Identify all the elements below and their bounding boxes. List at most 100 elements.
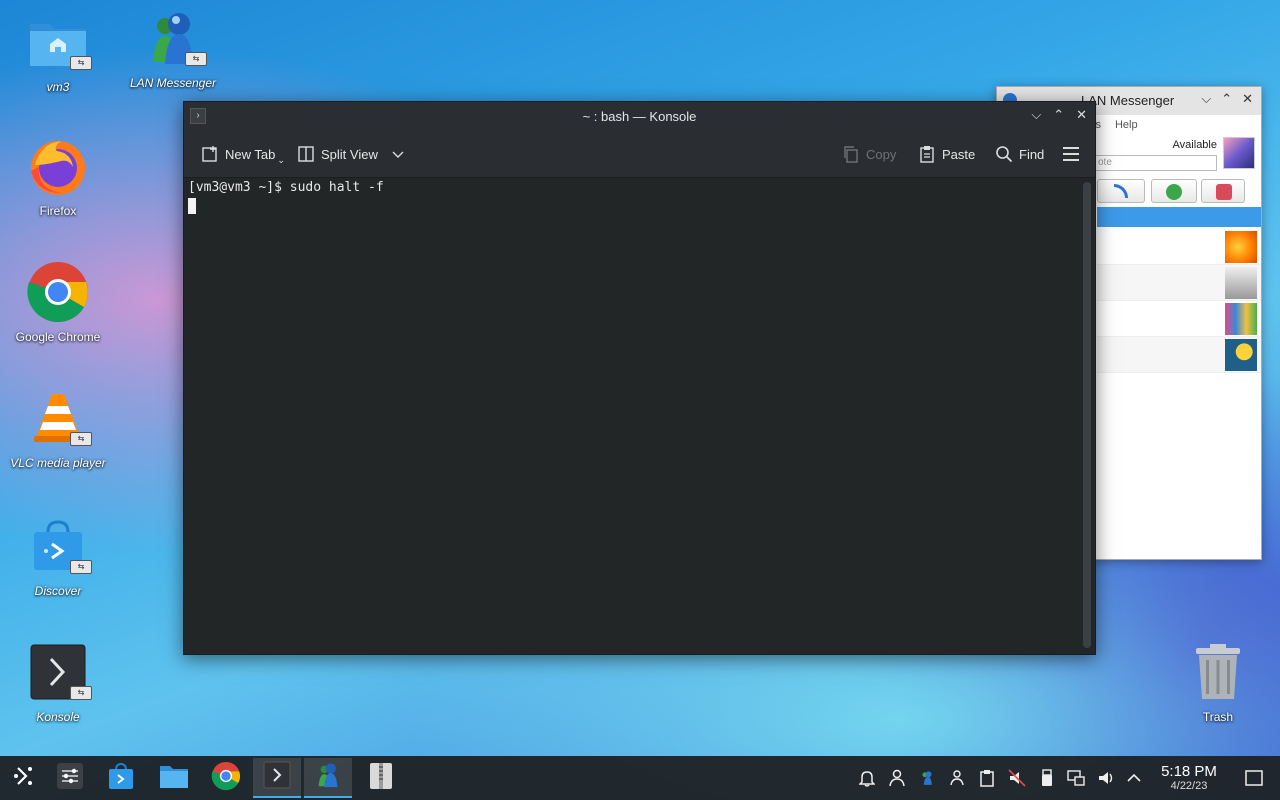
taskbar-dolphin[interactable] [150, 758, 198, 798]
terminal-scrollbar[interactable] [1083, 182, 1091, 648]
terminal-area[interactable]: [vm3@vm3 ~]$ sudo halt -f [184, 178, 1079, 654]
network-wired-icon[interactable] [1066, 768, 1086, 788]
add-contact-button[interactable] [1151, 179, 1197, 203]
broadcast-button[interactable] [1097, 179, 1145, 203]
terminal-cursor [188, 198, 196, 214]
taskbar-ark[interactable] [357, 758, 405, 798]
desktop-icon-konsole[interactable]: ⇆ Konsole [3, 640, 113, 724]
firefox-icon [26, 134, 90, 198]
taskbar-discover[interactable] [97, 758, 145, 798]
terminal-line: [vm3@vm3 ~]$ sudo halt -f [188, 180, 384, 195]
desktop-icon-discover[interactable]: ⇆ Discover [3, 514, 113, 598]
desktop-icon-label: LAN Messenger [129, 76, 217, 90]
find-button[interactable]: Find [995, 142, 1044, 166]
user-icon[interactable] [887, 768, 907, 788]
paste-label: Paste [942, 146, 976, 162]
hamburger-menu-icon [1062, 145, 1080, 163]
contact-row[interactable] [1097, 337, 1261, 373]
chevron-down-icon[interactable] [392, 147, 404, 162]
users-icon[interactable] [947, 768, 967, 788]
desktop-icon-label: vm3 [46, 80, 70, 94]
contact-avatar [1225, 231, 1257, 263]
taskbar-system-settings[interactable] [46, 758, 94, 798]
note-input[interactable]: ote [1091, 155, 1217, 171]
taskbar-lan-messenger[interactable] [304, 758, 352, 798]
desktop-icon-label: Firefox [39, 204, 77, 218]
application-launcher-button[interactable] [0, 758, 48, 798]
volume-icon[interactable] [1096, 768, 1116, 788]
desktop-icon-label: Konsole [36, 710, 80, 724]
desktop-icon-firefox[interactable]: Firefox [3, 134, 113, 218]
copy-button[interactable]: Copy [842, 142, 896, 166]
split-view-label: Split View [321, 146, 378, 162]
minimize-icon[interactable]: ⌵ [1031, 107, 1041, 123]
digital-clock[interactable]: 5:18 PM 4/22/23 [1150, 763, 1228, 792]
archive-zip-icon [369, 762, 393, 795]
taskbar-konsole[interactable] [253, 758, 301, 798]
clock-date: 4/22/23 [1170, 780, 1208, 792]
desktop-icon-google-chrome[interactable]: Google Chrome [3, 260, 113, 344]
split-view-icon [297, 145, 315, 163]
usb-drive-icon[interactable] [1037, 768, 1057, 788]
desktop-icon-label: VLC media player [10, 456, 106, 470]
clipboard-icon[interactable] [977, 768, 997, 788]
show-desktop-icon[interactable] [1244, 768, 1264, 788]
paste-icon [918, 145, 936, 163]
contact-row[interactable] [1097, 229, 1261, 265]
copy-label: Copy [866, 146, 897, 162]
menu-help[interactable]: Help [1115, 119, 1138, 131]
new-tab-icon [201, 145, 219, 163]
discover-bag-icon [108, 762, 134, 795]
desktop-icon-label: Google Chrome [15, 330, 101, 344]
dropdown-arrow-icon[interactable]: ⌄ [277, 155, 285, 166]
notifications-bell-icon[interactable] [857, 768, 877, 788]
contact-group-selected[interactable] [1097, 207, 1261, 227]
lan-messenger-tray-icon[interactable] [917, 768, 937, 788]
konsole-icon: ⇆ [26, 640, 92, 704]
chrome-icon [211, 761, 241, 796]
new-tab-label: New Tab [225, 146, 276, 162]
discover-bag-icon: ⇆ [26, 514, 92, 578]
user-avatar[interactable] [1223, 137, 1255, 169]
contact-row[interactable] [1097, 265, 1261, 301]
home-folder-icon: ⇆ [26, 10, 92, 74]
volume-muted-icon[interactable] [1007, 768, 1027, 788]
chrome-icon [26, 260, 90, 324]
split-view-button[interactable]: Split View [297, 142, 404, 166]
close-icon[interactable]: ✕ [1242, 91, 1253, 107]
clock-time: 5:18 PM [1161, 763, 1217, 780]
add-user-icon [1166, 184, 1182, 200]
hamburger-menu-button[interactable] [1062, 142, 1080, 166]
desktop-icon-trash[interactable]: Trash [1163, 640, 1273, 724]
desktop-icon-label: Trash [1202, 710, 1234, 724]
find-label: Find [1019, 146, 1045, 162]
konsole-icon [263, 761, 291, 794]
copy-icon [842, 145, 860, 163]
contact-avatar [1225, 267, 1257, 299]
contact-row[interactable] [1097, 301, 1261, 337]
tools-button[interactable] [1201, 179, 1245, 203]
konsole-window[interactable]: › ~ : bash — Konsole ⌵ ⌃ ✕ New Tab ⌄ Spl… [183, 101, 1096, 655]
vlc-cone-icon: ⇆ [26, 386, 92, 450]
desktop-icon-vm3[interactable]: ⇆ vm3 [3, 10, 113, 94]
trash-icon [1186, 640, 1250, 704]
desktop-icon-vlc[interactable]: ⇆ VLC media player [3, 386, 113, 470]
folder-icon [159, 763, 189, 794]
window-title: ~ : bash — Konsole [582, 109, 697, 124]
lan-messenger-icon [314, 761, 342, 794]
maximize-icon[interactable]: ⌃ [1221, 91, 1232, 107]
minimize-icon[interactable]: ⌵ [1201, 91, 1211, 107]
desktop-icon-lan-messenger[interactable]: ⇆ LAN Messenger [118, 6, 228, 90]
tray-expand-chevron-icon[interactable] [1124, 768, 1144, 788]
close-icon[interactable]: ✕ [1076, 107, 1087, 123]
konsole-toolbar: New Tab ⌄ Split View Copy Paste Find [184, 130, 1095, 178]
konsole-titlebar[interactable]: › ~ : bash — Konsole ⌵ ⌃ ✕ [184, 102, 1095, 130]
contact-avatar [1225, 303, 1257, 335]
rss-icon [1114, 184, 1128, 198]
paste-button[interactable]: Paste [918, 142, 975, 166]
new-tab-button[interactable]: New Tab ⌄ [201, 142, 285, 166]
status-selector[interactable]: Available [1173, 139, 1217, 151]
contact-avatar [1225, 339, 1257, 371]
maximize-icon[interactable]: ⌃ [1053, 107, 1064, 123]
taskbar-google-chrome[interactable] [202, 758, 250, 798]
